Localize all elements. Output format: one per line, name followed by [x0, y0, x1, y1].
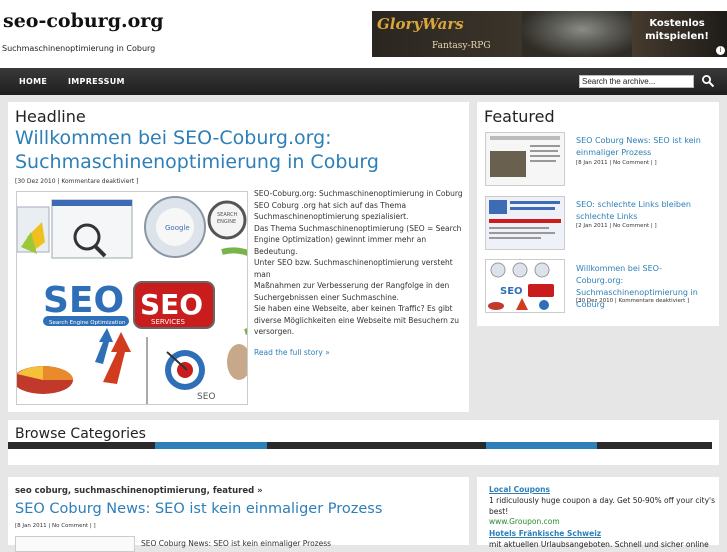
headline-meta: [30 Dez 2010 | Kommentare deaktiviert ] — [15, 178, 139, 185]
featured-item-1-title-line1[interactable]: SEO Coburg News: SEO ist kein — [576, 135, 706, 147]
excerpt-line-3: Suchmaschinenoptimierung spezialisiert. — [254, 212, 409, 221]
ad-2-title[interactable]: Hotels Fränkische Schweiz — [489, 529, 601, 538]
featured-thumb-3[interactable]: SEO — [485, 259, 565, 313]
category-stripe-5[interactable] — [597, 442, 712, 449]
svg-text:SEO: SEO — [500, 286, 523, 297]
excerpt-line-11: versorgen. — [254, 327, 295, 336]
banner-cta-line1: Kostenlos — [649, 18, 705, 29]
featured-thumb-1-graphic — [486, 133, 564, 185]
excerpt-line-5: Engine Optimization) gewinnt immer mehr … — [254, 235, 427, 256]
sidebar-ads: Local Coupons 1 ridiculously huge coupon… — [477, 477, 719, 549]
category-post-panel: seo coburg, suchmaschinenoptimierung, fe… — [8, 477, 469, 552]
excerpt-line-1: SEO-Coburg.org: Suchmaschinenoptimierung… — [254, 189, 463, 198]
headline-title-line2[interactable]: Suchmaschinenoptimierung in Coburg — [15, 150, 379, 174]
ad-1-url[interactable]: www.Groupon.com — [489, 517, 560, 526]
featured-item-1-title-line2[interactable]: einmaliger Prozess — [576, 147, 706, 159]
category-breadcrumb[interactable]: seo coburg, suchmaschinenoptimierung, fe… — [15, 486, 263, 496]
banner-logo: GloryWars — [377, 15, 464, 33]
nav-impressum[interactable]: IMPRESSUM — [68, 77, 125, 86]
category-stripe-2[interactable] — [155, 442, 267, 449]
excerpt-line-2: SEO Coburg .org hat sich auf das Thema — [254, 200, 407, 210]
featured-item-1-meta: [8 Jan 2011 | No Comment | ] — [576, 160, 657, 166]
post-meta: [8 Jan 2011 | No Comment | ] — [15, 523, 96, 529]
site-title[interactable]: seo-coburg.org — [3, 10, 164, 32]
search-icon[interactable] — [701, 74, 715, 88]
featured-thumb-3-graphic: SEO — [486, 260, 564, 312]
post-title[interactable]: SEO Coburg News: SEO ist kein einmaliger… — [15, 501, 382, 517]
featured-item-3-meta: [30 Dez 2010 | Kommentare deaktiviert ] — [576, 298, 690, 304]
seo-red-subtext: SERVICES — [151, 318, 186, 326]
post-thumbnail[interactable] — [15, 536, 135, 552]
ad-1-text: 1 ridiculously huge coupon a day. Get 50… — [489, 496, 715, 516]
featured-item-2-meta: [2 Jan 2011 | No Comment | ] — [576, 223, 657, 229]
excerpt-line-7: Maßnahmen zur Verbesserung der Rangfolge… — [254, 281, 450, 290]
excerpt-line-10: diverse Möglichkeiten eine Webseite mit … — [254, 315, 459, 325]
banner-character-image — [522, 11, 632, 57]
banner-cta: Kostenlos mitspielen! — [641, 17, 713, 43]
headline-label: Headline — [15, 107, 86, 126]
excerpt-line-9: Sie haben eine Webseite, aber keinen Tra… — [254, 304, 453, 313]
headline-excerpt: SEO-Coburg.org: Suchmaschinenoptimierung… — [254, 188, 464, 357]
ad-info-icon[interactable]: i — [716, 46, 725, 55]
featured-item-3-title-line1[interactable]: Willkommen bei SEO-Coburg.org: — [576, 263, 706, 287]
header: seo-coburg.org Suchmaschinenoptimierung … — [0, 0, 727, 68]
site-tagline: Suchmaschinenoptimierung in Coburg — [2, 44, 156, 53]
featured-thumb-2[interactable] — [485, 196, 565, 250]
browse-categories-title: Browse Categories — [15, 426, 146, 442]
browse-categories-panel: Browse Categories — [8, 420, 719, 465]
excerpt-line-6: Unter SEO bzw. Suchmaschinenoptimierung … — [254, 258, 453, 279]
ad-banner[interactable]: GloryWars Fantasy-RPG Kostenlos mitspiel… — [372, 11, 727, 57]
ad-1-title[interactable]: Local Coupons — [489, 485, 550, 494]
seo-small-text: SEO — [197, 392, 215, 402]
featured-item-2-title-line1[interactable]: SEO: schlechte Links bleiben — [576, 199, 706, 211]
svg-text:SEARCH: SEARCH — [217, 212, 237, 218]
seo-blue-subtext: Search Engine Optimization — [49, 320, 126, 326]
featured-item-2-title-line2[interactable]: schlechte Links — [576, 211, 706, 223]
banner-cta-line2: mitspielen! — [645, 31, 709, 42]
read-more-link[interactable]: Read the full story » — [254, 348, 464, 357]
featured-label: Featured — [484, 107, 555, 126]
featured-item-1-title[interactable]: SEO Coburg News: SEO ist kein einmaliger… — [576, 135, 706, 159]
excerpt-line-4: Das Thema Suchmaschinenoptimierung (SEO … — [254, 223, 462, 233]
featured-panel: Featured SEO Coburg News: SEO ist kein e… — [477, 102, 719, 326]
svg-text:Google: Google — [165, 224, 190, 232]
seo-red-text: SEO — [140, 288, 203, 321]
category-stripe-1[interactable] — [8, 442, 155, 449]
category-stripe-4[interactable] — [486, 442, 597, 449]
banner-subtitle: Fantasy-RPG — [432, 41, 491, 51]
headline-title-line1[interactable]: Willkommen bei SEO-Coburg.org: — [15, 126, 379, 150]
post-excerpt: SEO Coburg News: SEO ist kein einmaliger… — [141, 539, 332, 548]
svg-text:ENGINE: ENGINE — [217, 219, 236, 225]
nav-home[interactable]: HOME — [19, 77, 47, 86]
excerpt-line-8: Suchergebnissen einer Suchmaschine. — [254, 292, 399, 302]
seo-blue-text: SEO — [43, 280, 124, 321]
headline-panel: Headline Willkommen bei SEO-Coburg.org: … — [8, 102, 469, 412]
featured-thumb-2-graphic — [486, 197, 564, 249]
featured-thumb-1[interactable] — [485, 132, 565, 186]
seo-collage-image[interactable]: Google SEARCH ENGINE SEO Search Engine O… — [16, 191, 248, 405]
headline-title[interactable]: Willkommen bei SEO-Coburg.org: Suchmasch… — [15, 126, 379, 174]
search-input[interactable] — [579, 75, 694, 88]
featured-item-2-title[interactable]: SEO: schlechte Links bleiben schlechte L… — [576, 199, 706, 223]
category-stripe-3[interactable] — [267, 442, 486, 449]
seo-collage-graphic: Google SEARCH ENGINE SEO Search Engine O… — [17, 196, 247, 404]
